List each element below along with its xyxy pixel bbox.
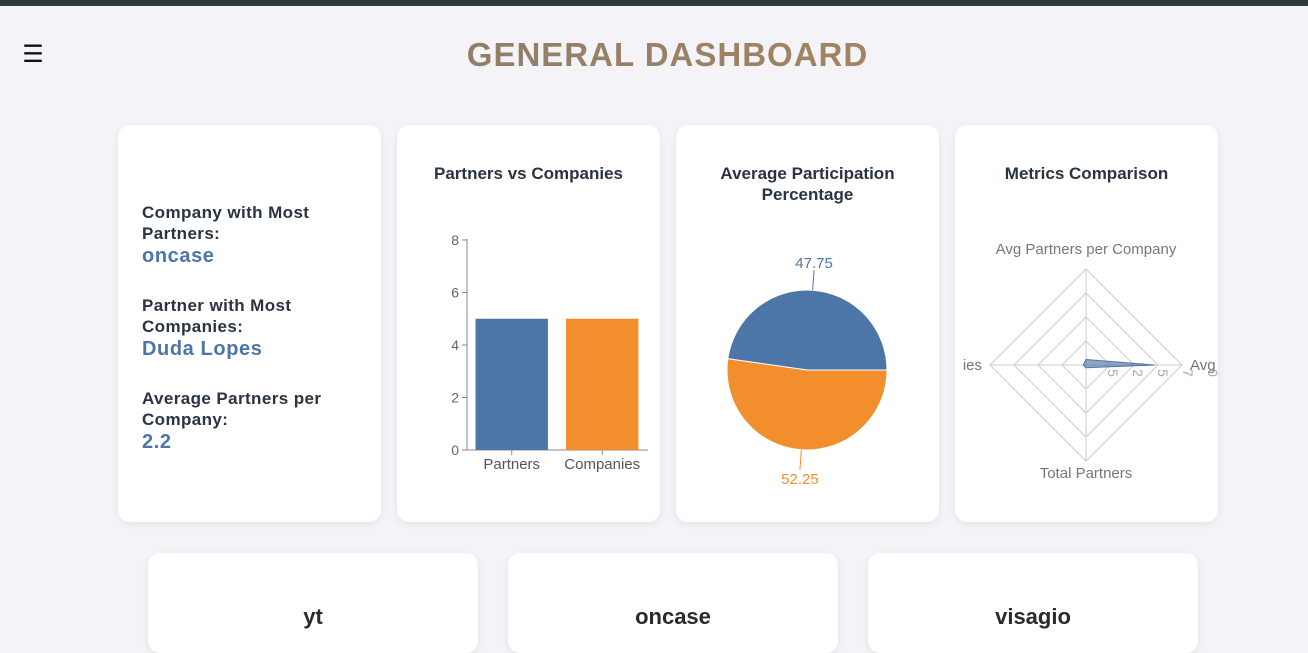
bar-chart: 0 2 4 6 8 Partners Companies bbox=[451, 232, 648, 473]
y-tick-label: 8 bbox=[451, 232, 459, 248]
pie-chart-card: Average Participation Percentage 47.75 52… bbox=[676, 125, 939, 522]
pie-slice bbox=[726, 358, 888, 451]
radar-axis-label: Avg Partners per Company bbox=[996, 241, 1177, 258]
pie-leader-line bbox=[799, 449, 802, 470]
bar bbox=[475, 318, 548, 450]
summary-card: Company with Most Partners: oncase Partn… bbox=[118, 125, 381, 522]
y-tick-label: 4 bbox=[451, 337, 459, 353]
company-name: oncase bbox=[635, 604, 711, 629]
pie-chart: 47.75 52.25 bbox=[726, 255, 888, 488]
company-name: visagio bbox=[995, 604, 1071, 629]
pie-leader-line bbox=[812, 270, 815, 291]
page-title: GENERAL DASHBOARD bbox=[0, 36, 1308, 74]
stat-value: oncase bbox=[142, 245, 215, 267]
radar-axis-label: ies bbox=[963, 357, 982, 374]
x-tick-label: Companies bbox=[564, 456, 640, 473]
company-card[interactable]: visagio bbox=[868, 553, 1198, 653]
pie-data-label: 47.75 bbox=[795, 255, 833, 272]
company-card[interactable]: oncase bbox=[508, 553, 838, 653]
stat-company-most-partners: Company with Most Partners: oncase bbox=[142, 202, 362, 268]
radar-series-area bbox=[1082, 358, 1155, 369]
company-card[interactable]: yt bbox=[148, 553, 478, 653]
stat-value: 2.2 bbox=[142, 431, 172, 453]
radar-tick-label: 2 bbox=[1130, 369, 1146, 377]
bar bbox=[566, 318, 639, 450]
x-tick-label: Partners bbox=[483, 456, 540, 473]
pie-slice bbox=[727, 289, 888, 371]
company-name: yt bbox=[303, 604, 323, 629]
stat-partner-most-companies: Partner with Most Companies: Duda Lopes bbox=[142, 295, 362, 361]
stat-avg-partners: Average Partners per Company: 2.2 bbox=[142, 388, 362, 454]
pie-data-label: 52.25 bbox=[781, 471, 819, 488]
radar-tick-label: 5 bbox=[1105, 369, 1121, 377]
radar-axis-label: Avg bbox=[1190, 357, 1216, 374]
stat-label: Company with Most Partners: bbox=[142, 203, 310, 243]
top-bar bbox=[0, 0, 1308, 6]
radar-tick-label: 5 bbox=[1155, 369, 1171, 377]
stat-value: Duda Lopes bbox=[142, 338, 263, 360]
radar-axis-label: Total Partners bbox=[1040, 465, 1133, 482]
radar-chart-card: Metrics Comparison 52570Avg Partners per… bbox=[955, 125, 1218, 522]
radar-chart: 52570Avg Partners per CompanyAvgTotal Pa… bbox=[963, 241, 1218, 482]
stat-label: Average Partners per Company: bbox=[142, 389, 322, 429]
y-tick-label: 6 bbox=[451, 285, 459, 301]
y-tick-label: 0 bbox=[451, 442, 459, 458]
y-tick-label: 2 bbox=[451, 390, 459, 406]
bar-chart-card: Partners vs Companies 0 2 4 6 8 Partners Compa… bbox=[397, 125, 660, 522]
stat-label: Partner with Most Companies: bbox=[142, 296, 292, 336]
